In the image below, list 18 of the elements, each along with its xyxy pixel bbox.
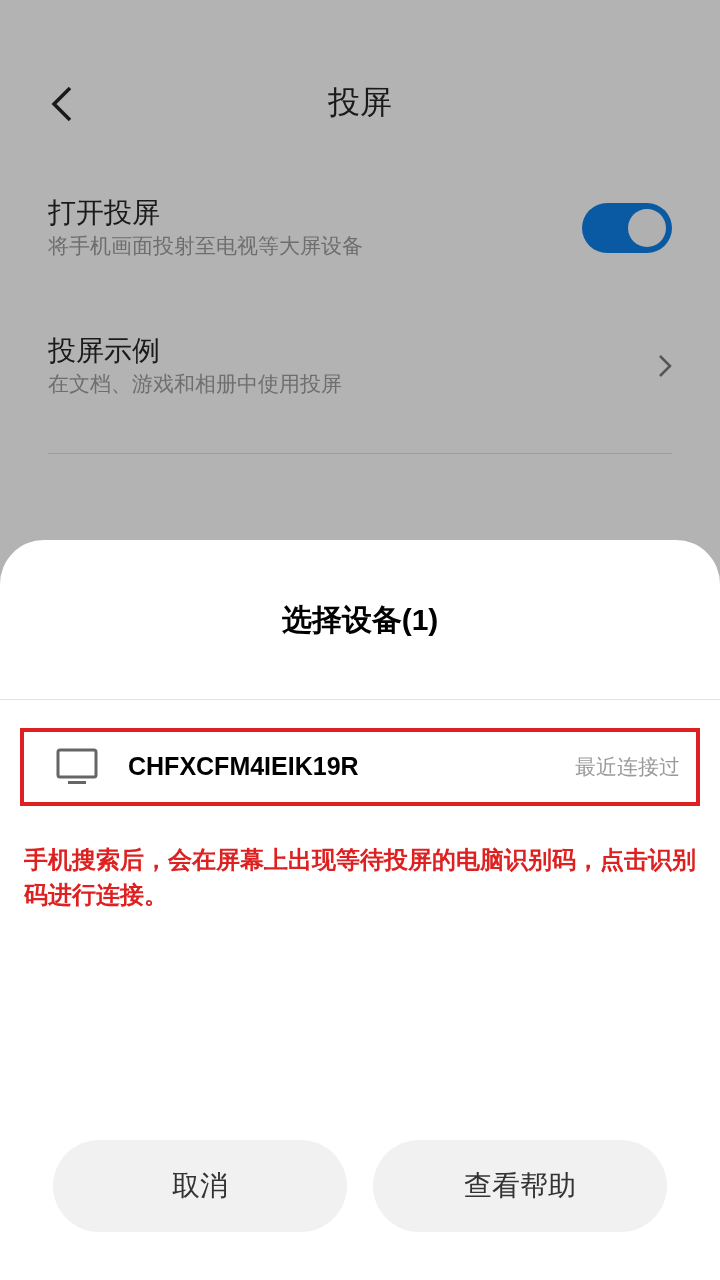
cancel-button[interactable]: 取消 xyxy=(53,1140,347,1232)
chevron-right-icon xyxy=(658,354,672,378)
setting-subtitle: 在文档、游戏和相册中使用投屏 xyxy=(48,371,343,397)
settings-row[interactable]: 打开投屏 将手机画面投射至电视等大屏设备 xyxy=(48,190,672,266)
device-status: 最近连接过 xyxy=(575,754,680,781)
toggle-switch[interactable] xyxy=(582,203,672,253)
setting-title: 投屏示例 xyxy=(48,334,161,368)
device-name: CHFXCFM4IEIK19R xyxy=(128,751,360,783)
help-button[interactable]: 查看帮助 xyxy=(373,1140,667,1232)
device-row[interactable]: CHFXCFM4IEIK19R 最近连接过 xyxy=(20,728,700,806)
back-icon[interactable] xyxy=(50,86,74,122)
annotation-text: 手机搜索后，会在屏幕上出现等待投屏的电脑识别码，点击识别码进行连接。 xyxy=(24,845,696,910)
page-title: 投屏 xyxy=(328,83,392,122)
monitor-icon xyxy=(56,748,98,786)
settings-row[interactable]: 投屏示例 在文档、游戏和相册中使用投屏 xyxy=(48,328,672,404)
setting-title: 打开投屏 xyxy=(48,196,161,230)
setting-subtitle: 将手机画面投射至电视等大屏设备 xyxy=(48,233,364,259)
sheet-title: 选择设备(1) xyxy=(281,602,439,638)
